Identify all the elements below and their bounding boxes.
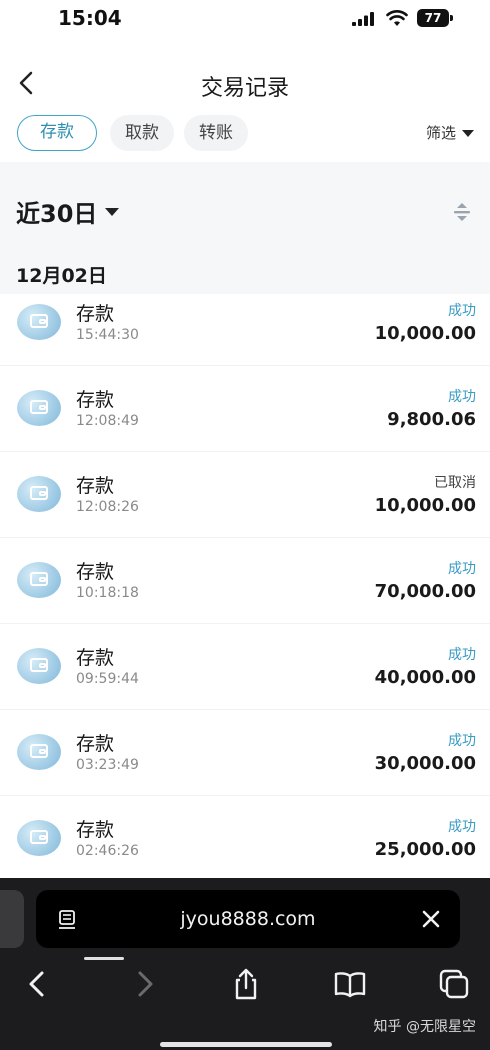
- status-time: 15:04: [58, 6, 122, 30]
- transaction-amount: 40,000.00: [374, 667, 476, 688]
- forward-arrow-icon[interactable]: [126, 966, 162, 1002]
- load-indicator: [84, 957, 124, 960]
- transaction-amount: 10,000.00: [374, 323, 476, 344]
- transaction-time: 03:23:49: [76, 757, 139, 773]
- url-text: jyou8888.com: [180, 908, 316, 930]
- transaction-amount: 30,000.00: [374, 753, 476, 774]
- transaction-status: 已取消: [434, 475, 476, 491]
- transaction-type: 存款: [76, 561, 115, 583]
- filter-button[interactable]: 筛选: [426, 122, 474, 143]
- transaction-time: 12:08:26: [76, 499, 139, 515]
- status-bar: 15:04 77: [0, 0, 490, 40]
- tab-deposit[interactable]: 存款: [17, 115, 97, 151]
- signal-icon: [352, 12, 374, 26]
- transaction-status: 成功: [448, 303, 476, 319]
- transaction-status: 成功: [448, 389, 476, 405]
- date-group-header: 12月02日: [16, 265, 107, 287]
- date-range-label: 近30日: [16, 200, 98, 228]
- page-title: 交易记录: [200, 76, 289, 101]
- transaction-time: 10:18:18: [76, 585, 139, 601]
- caret-down-icon: [462, 130, 474, 137]
- wifi-icon: [386, 10, 408, 26]
- transaction-amount: 25,000.00: [374, 839, 476, 860]
- watermark: 知乎 @无限星空: [373, 1019, 476, 1035]
- transaction-type: 存款: [76, 647, 115, 669]
- close-icon[interactable]: [420, 908, 442, 930]
- transaction-time: 09:59:44: [76, 671, 139, 687]
- transaction-row[interactable]: 存款 03:23:49 成功 30,000.00: [0, 710, 490, 796]
- wallet-icon: [17, 390, 61, 426]
- transaction-type: 存款: [76, 303, 115, 325]
- transaction-type: 存款: [76, 819, 115, 841]
- bookmarks-icon[interactable]: [332, 966, 368, 1002]
- wallet-icon: [17, 820, 61, 856]
- battery-icon: 77: [417, 9, 453, 27]
- transaction-time: 02:46:26: [76, 843, 139, 859]
- wallet-icon: [17, 734, 61, 770]
- wallet-icon: [17, 476, 61, 512]
- wallet-icon: [17, 304, 61, 340]
- date-range-selector[interactable]: 近30日: [16, 194, 120, 229]
- battery-level: 77: [417, 9, 449, 27]
- transaction-amount: 9,800.06: [387, 409, 476, 430]
- transaction-type: 存款: [76, 475, 115, 497]
- wallet-icon: [17, 562, 61, 598]
- wallet-icon: [17, 648, 61, 684]
- transaction-row[interactable]: 存款 09:59:44 成功 40,000.00: [0, 624, 490, 710]
- transaction-amount: 10,000.00: [374, 495, 476, 516]
- filter-label: 筛选: [425, 124, 456, 142]
- transaction-row[interactable]: 存款 12:08:26 已取消 10,000.00: [0, 452, 490, 538]
- share-icon[interactable]: [228, 966, 264, 1002]
- transaction-row[interactable]: 存款 02:46:26 成功 25,000.00: [0, 796, 490, 882]
- transaction-status: 成功: [448, 647, 476, 663]
- transaction-type: 存款: [76, 389, 115, 411]
- tab-transfer[interactable]: 转账: [184, 115, 248, 151]
- transaction-row[interactable]: 存款 15:44:30 成功 10,000.00: [0, 294, 490, 366]
- range-section: 近30日 12月02日: [0, 162, 490, 294]
- transaction-status: 成功: [448, 561, 476, 577]
- transaction-amount: 70,000.00: [374, 581, 476, 602]
- sort-icon[interactable]: [452, 200, 472, 224]
- home-indicator: [160, 1042, 332, 1047]
- back-arrow-icon[interactable]: [20, 966, 56, 1002]
- transaction-row[interactable]: 存款 10:18:18 成功 70,000.00: [0, 538, 490, 624]
- caret-down-icon: [105, 208, 120, 216]
- transaction-status: 成功: [448, 819, 476, 835]
- address-bar[interactable]: jyou8888.com: [36, 890, 460, 960]
- tabs-icon[interactable]: [436, 966, 472, 1002]
- transaction-type: 存款: [76, 733, 115, 755]
- previous-tab-preview[interactable]: [0, 890, 24, 948]
- tab-withdraw[interactable]: 取款: [110, 115, 174, 151]
- browser-toolbar: jyou8888.com 知乎 @无限星空: [0, 878, 490, 1050]
- transaction-time: 12:08:49: [76, 413, 139, 429]
- transaction-list: 存款 15:44:30 成功 10,000.00 存款 12:08:49 成功 9,800.0…: [0, 294, 490, 882]
- transaction-time: 15:44:30: [76, 327, 139, 343]
- transaction-row[interactable]: 存款 12:08:49 成功 9,800.06: [0, 366, 490, 452]
- transaction-status: 成功: [448, 733, 476, 749]
